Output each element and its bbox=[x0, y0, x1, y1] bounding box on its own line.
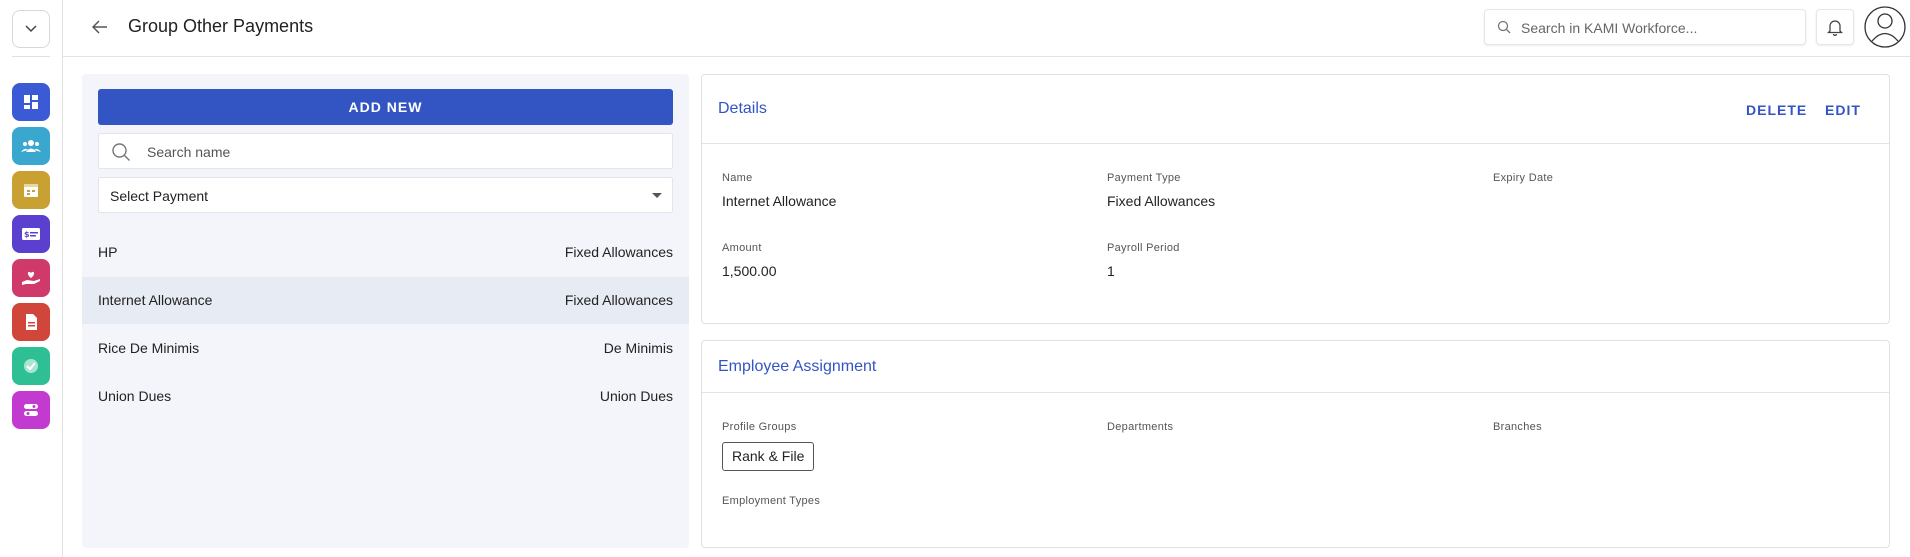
global-search-input[interactable] bbox=[1519, 16, 1803, 40]
app-employees[interactable] bbox=[12, 127, 50, 165]
edit-button[interactable]: EDIT bbox=[1825, 102, 1861, 118]
app-benefits[interactable] bbox=[12, 259, 50, 297]
chevron-down-icon bbox=[25, 25, 37, 33]
list-item[interactable]: HP Fixed Allowances bbox=[82, 229, 689, 276]
global-search[interactable] bbox=[1484, 9, 1806, 45]
payroll-period-label: Payroll Period bbox=[1107, 242, 1180, 254]
profile-groups-label: Profile Groups bbox=[722, 421, 797, 433]
details-title: Details bbox=[718, 100, 767, 117]
list-item[interactable]: Rice De Minimis De Minimis bbox=[82, 325, 689, 372]
benefits-heart-icon bbox=[22, 271, 40, 285]
list-item-name: Rice De Minimis bbox=[98, 340, 200, 356]
branches-label: Branches bbox=[1493, 421, 1542, 433]
departments-label: Departments bbox=[1107, 421, 1174, 433]
delete-button[interactable]: DELETE bbox=[1746, 102, 1807, 118]
dashboard-icon bbox=[24, 95, 38, 109]
page-title: Group Other Payments bbox=[128, 16, 314, 36]
document-icon bbox=[26, 314, 37, 330]
payment-type-value: Fixed Allowances bbox=[1107, 193, 1216, 209]
svg-text:$: $ bbox=[24, 230, 30, 239]
payments-list-panel: ADD NEW Select Payment HP Fixed Allowanc… bbox=[82, 74, 689, 548]
app-approvals[interactable] bbox=[12, 347, 50, 385]
list-item-type: De Minimis bbox=[603, 340, 673, 356]
name-search-input[interactable] bbox=[145, 141, 649, 163]
add-new-button[interactable]: ADD NEW bbox=[98, 89, 673, 125]
arrow-left-icon bbox=[92, 20, 107, 34]
list-item[interactable]: Internet Allowance Fixed Allowances bbox=[82, 277, 689, 324]
checkmark-icon bbox=[24, 359, 38, 373]
app-payroll[interactable]: $ bbox=[12, 215, 50, 253]
list-item-type: Fixed Allowances bbox=[564, 244, 673, 260]
search-icon bbox=[112, 143, 130, 161]
notifications-button[interactable] bbox=[1816, 9, 1854, 45]
bell-icon bbox=[1827, 20, 1843, 36]
payment-select[interactable]: Select Payment bbox=[98, 177, 673, 213]
employee-assignment-card: Employee Assignment Profile Groups Rank … bbox=[701, 340, 1890, 548]
details-divider bbox=[702, 143, 1889, 144]
name-label: Name bbox=[722, 172, 753, 184]
list-item-name: Internet Allowance bbox=[98, 292, 213, 308]
employee-assignment-title: Employee Assignment bbox=[718, 358, 877, 375]
payroll-card-icon: $ bbox=[22, 228, 40, 240]
payroll-period-value: 1 bbox=[1107, 263, 1115, 279]
employment-types-label: Employment Types bbox=[722, 495, 821, 507]
list-item-name: Union Dues bbox=[98, 388, 172, 404]
app-settings[interactable] bbox=[12, 391, 50, 429]
back-button[interactable] bbox=[89, 16, 111, 38]
amount-value: 1,500.00 bbox=[722, 263, 777, 279]
search-icon bbox=[1497, 20, 1511, 34]
app-dashboard[interactable] bbox=[12, 83, 50, 121]
caret-down-icon bbox=[652, 193, 662, 198]
name-search-field[interactable] bbox=[98, 133, 673, 169]
settings-toggle-icon bbox=[24, 404, 38, 416]
payment-select-label: Select Payment bbox=[110, 188, 209, 204]
list-item-type: Union Dues bbox=[599, 388, 673, 404]
name-value: Internet Allowance bbox=[722, 193, 837, 209]
list-item-type: Fixed Allowances bbox=[564, 292, 673, 308]
user-avatar[interactable] bbox=[1864, 6, 1906, 48]
details-card: Details DELETE EDIT Name Internet Allowa… bbox=[701, 74, 1890, 324]
app-calendar[interactable] bbox=[12, 171, 50, 209]
assignment-divider bbox=[702, 392, 1889, 393]
user-avatar-icon bbox=[1864, 6, 1906, 48]
payment-type-label: Payment Type bbox=[1107, 172, 1181, 184]
top-header: Group Other Payments bbox=[63, 0, 1910, 57]
app-sidebar: $ bbox=[0, 0, 63, 557]
expiry-date-label: Expiry Date bbox=[1493, 172, 1554, 184]
profile-group-chip: Rank & File bbox=[722, 442, 815, 471]
app-documents[interactable] bbox=[12, 303, 50, 341]
amount-label: Amount bbox=[722, 242, 762, 254]
sidebar-divider bbox=[12, 56, 50, 57]
people-icon bbox=[21, 140, 41, 152]
calendar-icon bbox=[24, 184, 38, 197]
sidebar-collapse-button[interactable] bbox=[12, 10, 50, 48]
list-item-name: HP bbox=[98, 244, 118, 260]
list-item[interactable]: Union Dues Union Dues bbox=[82, 373, 689, 420]
